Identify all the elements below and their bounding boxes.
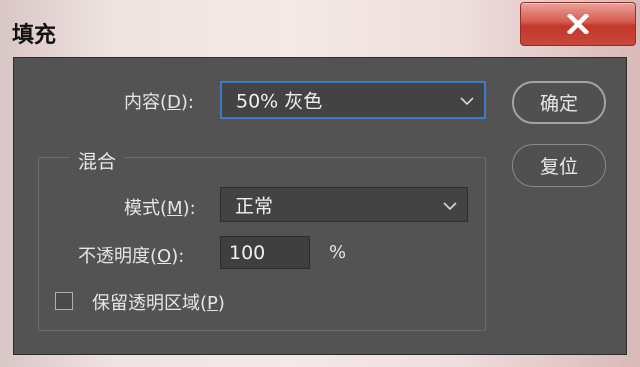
content-label: 内容(D): [124,92,194,113]
close-button[interactable] [520,2,636,46]
opacity-input[interactable]: 100 [220,236,310,269]
dialog-body: 内容(D): 50% 灰色 确定 复位 混合 模式(M): 正常 不透明度(O)… [13,57,627,355]
preserve-transparency-checkbox[interactable] [55,292,73,310]
ok-button[interactable]: 确定 [512,81,606,124]
blend-group-title: 混合 [70,147,125,174]
opacity-unit: % [329,242,347,263]
blend-mode-value: 正常 [235,195,274,217]
close-icon [567,14,589,34]
title-bar: 填充 [0,0,640,56]
chevron-down-icon [460,89,474,111]
content-select[interactable]: 50% 灰色 [220,81,486,119]
reset-button[interactable]: 复位 [512,144,606,187]
content-select-value: 50% 灰色 [236,90,323,113]
chevron-down-icon [443,194,457,216]
blend-mode-select[interactable]: 正常 [220,187,468,222]
mode-label: 模式(M): [124,198,196,219]
preserve-transparency-label[interactable]: 保留透明区域(P) [92,289,225,315]
dialog-title: 填充 [12,23,57,48]
opacity-label: 不透明度(O): [78,246,185,267]
fill-dialog: 填充 内容(D): 50% 灰色 确定 复位 混合 模式(M): 正常 不透明度… [0,0,640,367]
